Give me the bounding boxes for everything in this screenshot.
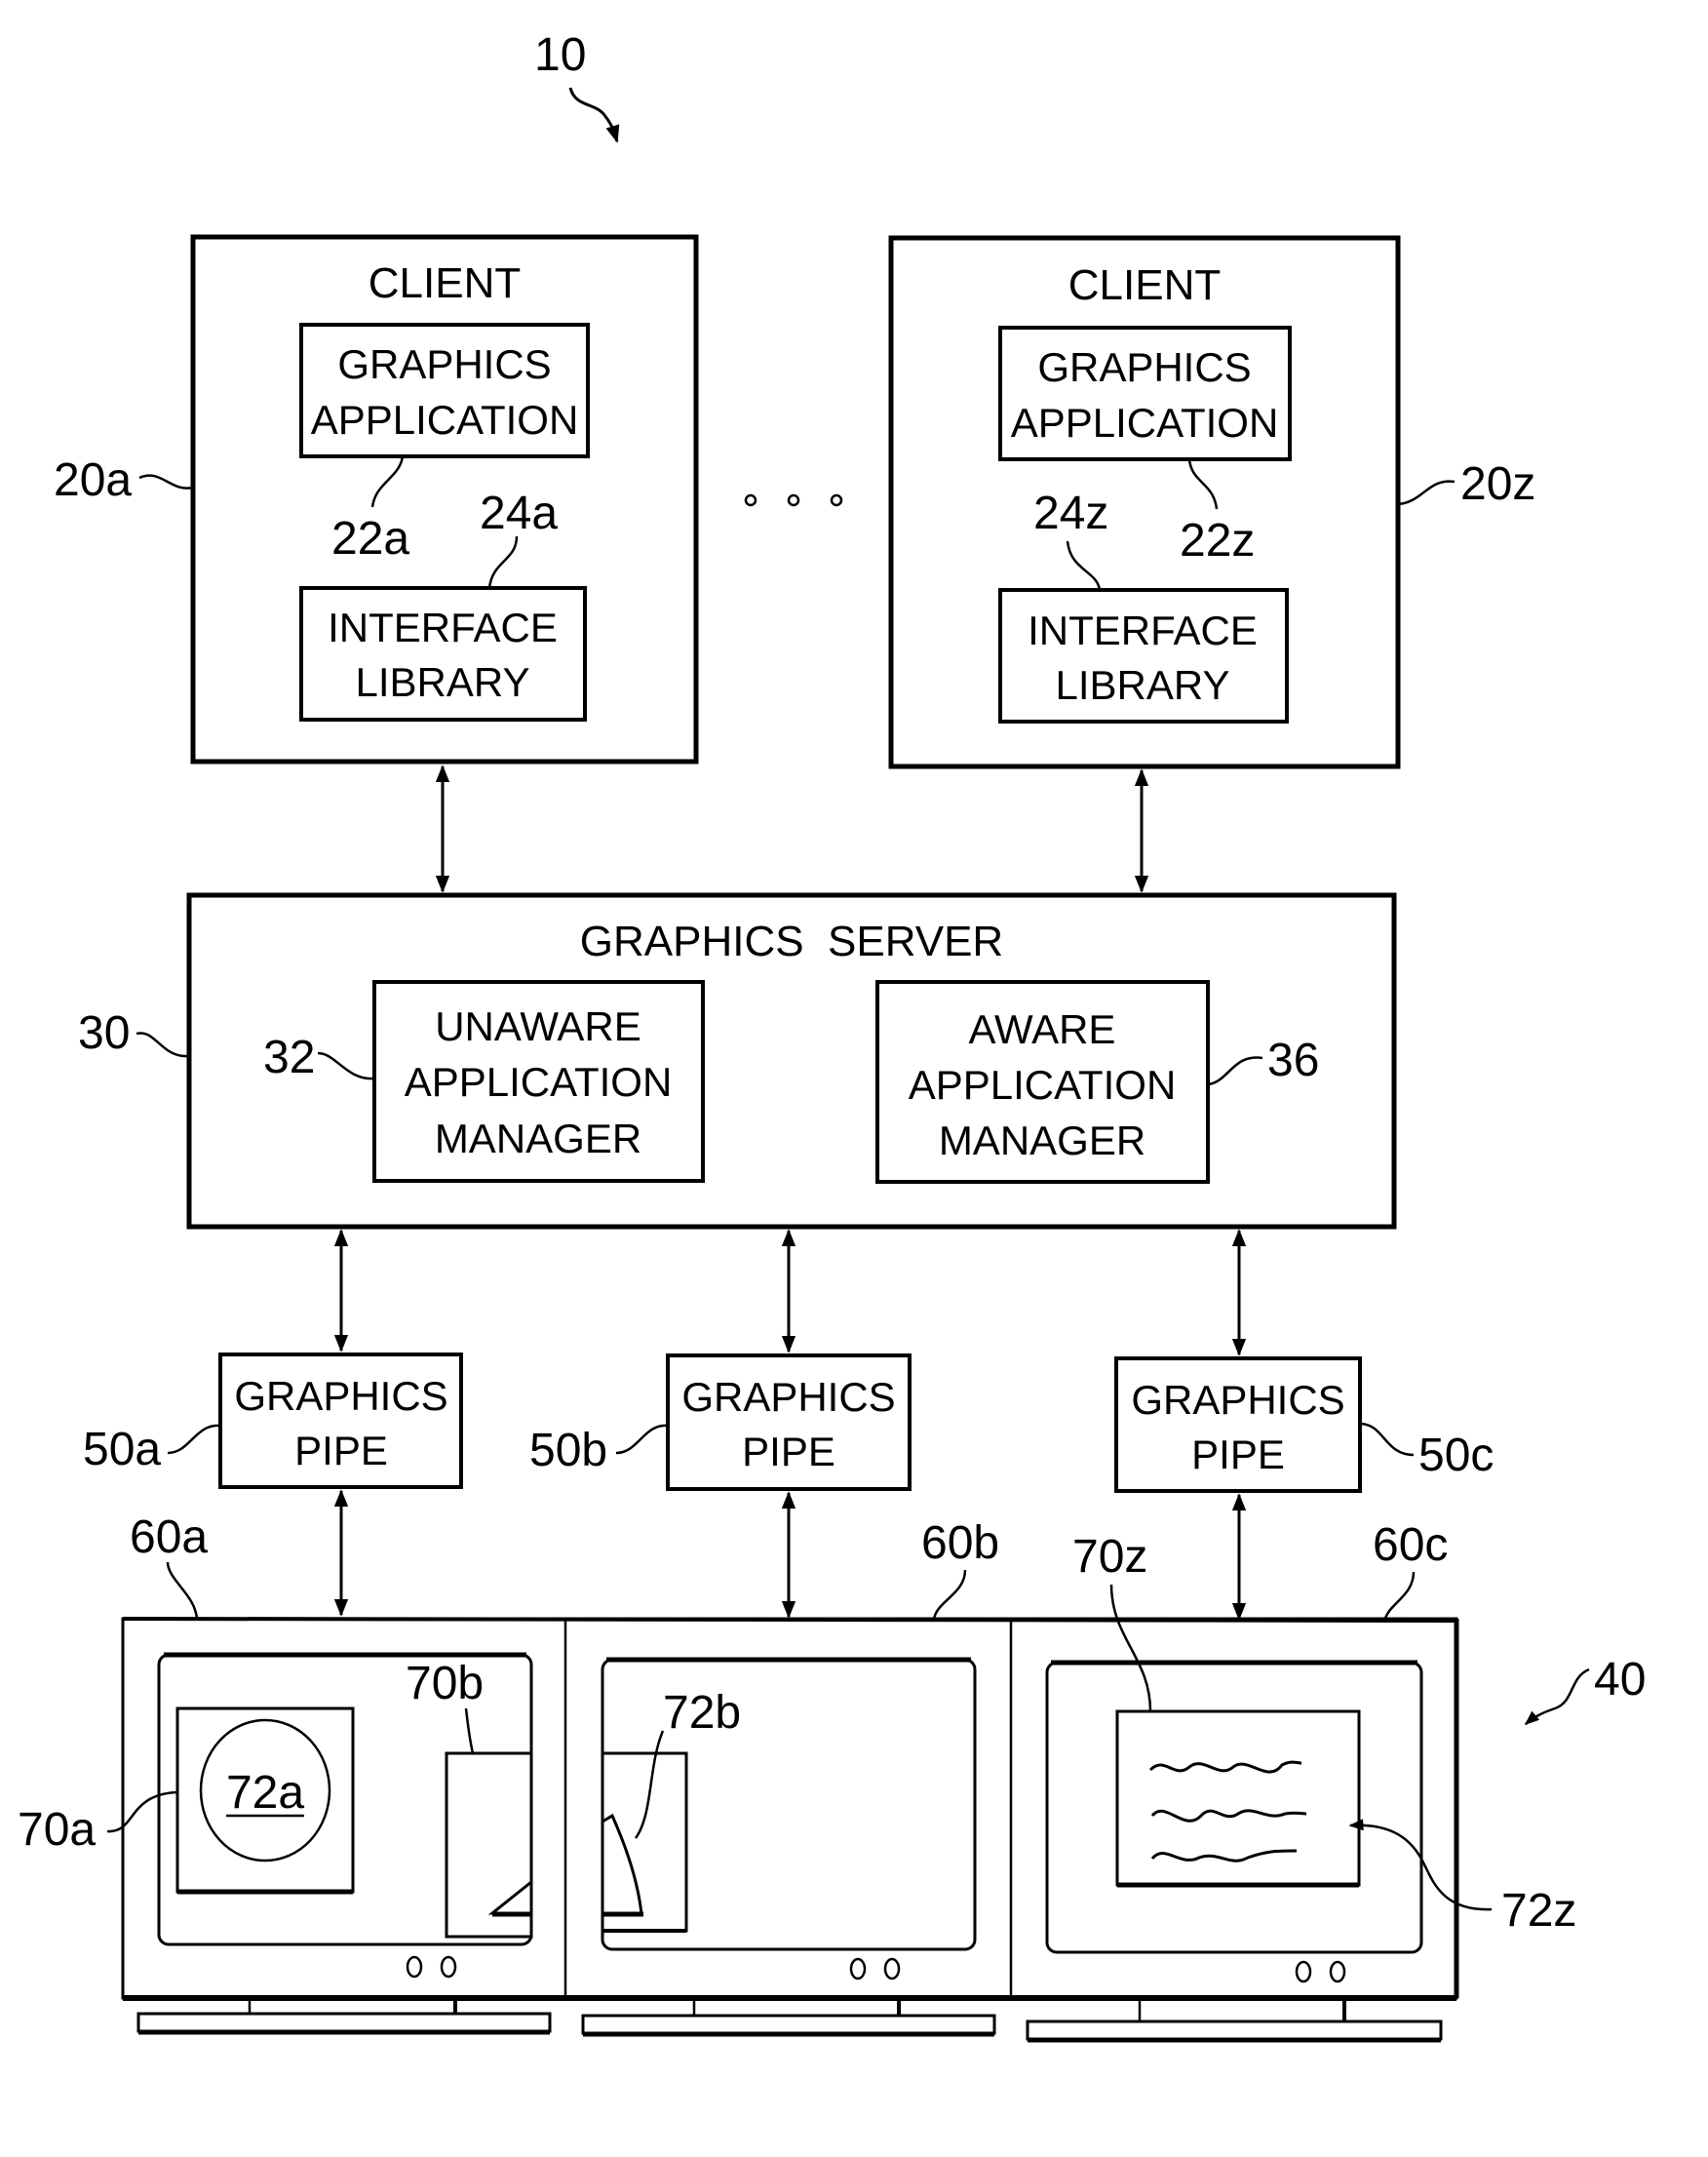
graphics-server-title: GRAPHICS SERVER [580,918,1003,965]
client-z: CLIENT GRAPHICS APPLICATION INTERFACE LI… [888,235,1535,769]
monitor-60b-stand [581,1998,996,2037]
aware-manager-line1: AWARE [969,1006,1116,1052]
unaware-manager-line1: UNAWARE [435,1003,641,1049]
graphics-pipe-a-line2: PIPE [294,1428,388,1473]
client-z-title: CLIENT [1068,261,1221,309]
ref-72b: 72b [663,1687,741,1739]
client-a: CLIENT GRAPHICS APPLICATION INTERFACE LI… [54,234,699,765]
window-70b-part-a [445,1751,533,1939]
interface-library-z-line2: LIBRARY [1056,662,1230,708]
graphics-pipe-b-line2: PIPE [742,1429,835,1474]
ref-20z: 20z [1460,458,1535,510]
ref-24a: 24a [480,488,558,539]
graphics-pipe-c-line1: GRAPHICS [1131,1377,1344,1423]
ref-60c: 60c [1373,1519,1448,1571]
leader-50a [167,1424,221,1455]
leader-60c [1382,1571,1416,1624]
ref-50a: 50a [83,1424,161,1475]
interface-library-z-line1: INTERFACE [1028,608,1258,653]
ref-20a: 20a [54,454,132,506]
monitor-60c-stand [1026,1998,1443,2043]
aware-manager-line3: MANAGER [939,1118,1145,1163]
ref-50c: 50c [1418,1430,1494,1481]
graphics-pipe-c: GRAPHICS PIPE 50c [1114,1356,1494,1493]
window-70b-part-b [601,1751,688,1933]
monitor-60a-stand [136,1998,552,2035]
ref-70b: 70b [406,1658,484,1709]
ref-60b: 60b [921,1517,999,1569]
interface-library-a-line2: LIBRARY [356,659,530,705]
graphics-application-a-line2: APPLICATION [311,397,579,443]
figure-ref-arrow [568,87,620,143]
display-array: 72a [121,1617,1493,2043]
aware-manager-line2: APPLICATION [909,1062,1177,1108]
graphics-pipe-b-line1: GRAPHICS [681,1374,895,1420]
graphics-server: GRAPHICS SERVER UNAWARE APPLICATION MANA… [78,892,1397,1230]
ref-50b: 50b [529,1425,607,1476]
unaware-manager-line3: MANAGER [435,1116,641,1161]
ref-72z: 72z [1501,1885,1576,1937]
ref-32: 32 [263,1032,315,1083]
ref-22a: 22a [331,513,409,565]
leader-20z [1397,480,1456,506]
ref-24z: 24z [1033,488,1108,539]
ref-40: 40 [1594,1654,1646,1706]
graphics-application-a-line1: GRAPHICS [337,341,551,387]
client-a-title: CLIENT [369,259,521,307]
leader-50c [1359,1422,1415,1457]
ref-72a: 72a [226,1767,304,1819]
interface-library-a-line1: INTERFACE [328,605,558,650]
leader-20a [138,474,194,490]
ref-36: 36 [1267,1035,1319,1086]
ref-70a: 70a [18,1804,96,1856]
graphics-pipe-c-line2: PIPE [1191,1431,1285,1477]
graphics-application-z-line1: GRAPHICS [1037,344,1251,390]
leader-40 [1524,1667,1590,1725]
ref-70z: 70z [1072,1531,1147,1583]
graphics-pipe-b: GRAPHICS PIPE 50b [529,1353,912,1491]
leader-30 [136,1032,190,1058]
more-clients-ellipsis [744,493,843,507]
ref-30: 30 [78,1007,130,1059]
graphics-application-z-line2: APPLICATION [1011,400,1279,446]
leader-50b [615,1424,669,1455]
figure-ref-label: 10 [534,29,586,81]
leader-60b [932,1569,967,1621]
system-diagram: 10 CLIENT GRAPHICS APPLICATION INTERFACE… [18,29,1646,2043]
unaware-manager-line2: APPLICATION [405,1059,673,1105]
leader-60a [166,1561,199,1620]
ref-60a: 60a [130,1511,208,1563]
ref-22z: 22z [1180,515,1255,567]
graphics-pipe-a-line1: GRAPHICS [234,1373,447,1419]
graphics-pipe-a: GRAPHICS PIPE 50a [83,1353,463,1489]
